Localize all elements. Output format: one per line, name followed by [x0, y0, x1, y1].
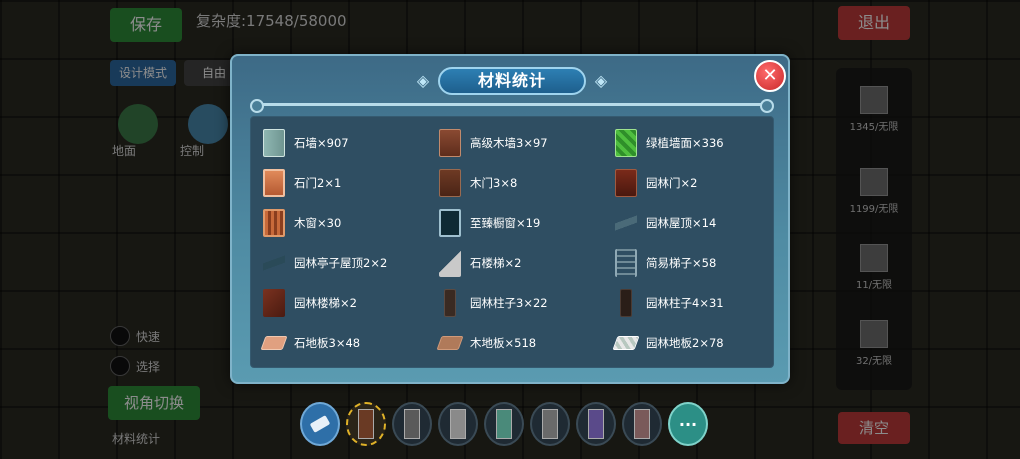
material-list: 石墙×907 高级木墙3×97 绿植墙面×336 石门2×1 木门3×8 园林门… [250, 116, 774, 368]
ladder-icon [615, 249, 637, 277]
material-stats-dialog: ◈ 材料统计 ◈ ✕ 石墙×907 高级木墙3×97 绿植墙面×336 石门2×… [230, 54, 790, 384]
stone-floor-icon [260, 336, 288, 350]
more-button[interactable]: ··· [668, 402, 708, 446]
material-item: 园林柱子3×22 [439, 287, 548, 319]
eraser-slot[interactable] [300, 402, 340, 446]
wood-floor-icon [436, 336, 464, 350]
material-item: 石地板3×48 [260, 327, 360, 359]
block-icon [404, 409, 420, 439]
ornament-icon: ◈ [594, 71, 608, 90]
hotbar-slot[interactable] [622, 402, 662, 446]
material-item: 木窗×30 [263, 207, 341, 239]
material-item: 简易梯子×58 [615, 247, 716, 279]
pillar-4-icon [620, 289, 632, 317]
material-item: 园林柱子4×31 [615, 287, 724, 319]
material-item: 木门3×8 [439, 167, 517, 199]
wood-wall-icon [439, 129, 461, 157]
material-item: 石墙×907 [263, 127, 349, 159]
ornament-icon: ◈ [416, 71, 430, 90]
pillar-3-icon [444, 289, 456, 317]
block-icon [496, 409, 512, 439]
garden-roof-icon [615, 209, 637, 237]
hotbar-slot[interactable] [530, 402, 570, 446]
close-button[interactable]: ✕ [754, 60, 786, 92]
wood-door-icon [439, 169, 461, 197]
dialog-header: ◈ 材料统计 ◈ [412, 66, 612, 96]
stone-wall-icon [263, 129, 285, 157]
block-icon [358, 409, 374, 439]
dialog-title: 材料统计 [437, 67, 586, 95]
hotbar-slot[interactable] [484, 402, 524, 446]
stone-stair-icon [439, 249, 461, 277]
block-icon [588, 409, 604, 439]
close-icon: ✕ [762, 65, 778, 86]
material-item: 木地板×518 [436, 327, 536, 359]
block-icon [542, 409, 558, 439]
green-wall-icon [615, 129, 637, 157]
material-item: 石门2×1 [263, 167, 341, 199]
material-item: 园林楼梯×2 [263, 287, 357, 319]
hotbar-slot[interactable] [346, 402, 386, 446]
pavilion-roof-icon [263, 249, 285, 277]
material-item: 园林门×2 [615, 167, 697, 199]
hotbar-slot[interactable] [438, 402, 478, 446]
material-item: 园林地板2×78 [612, 327, 724, 359]
material-item: 高级木墙3×97 [439, 127, 548, 159]
wood-window-icon [263, 209, 285, 237]
garden-stair-icon [263, 289, 285, 317]
stone-door-icon [263, 169, 285, 197]
material-item: 园林亭子屋顶2×2 [263, 247, 387, 279]
eraser-icon [309, 415, 331, 433]
hotbar: ··· [300, 402, 708, 448]
material-item: 园林屋顶×14 [615, 207, 716, 239]
material-item: 石楼梯×2 [439, 247, 521, 279]
glass-window-icon [439, 209, 461, 237]
hotbar-slot[interactable] [392, 402, 432, 446]
garden-floor-icon [612, 336, 640, 350]
block-icon [450, 409, 466, 439]
material-item: 绿植墙面×336 [615, 127, 724, 159]
garden-door-icon [615, 169, 637, 197]
block-icon [634, 409, 650, 439]
material-item: 至臻橱窗×19 [439, 207, 540, 239]
hotbar-slot[interactable] [576, 402, 616, 446]
divider [250, 99, 774, 113]
